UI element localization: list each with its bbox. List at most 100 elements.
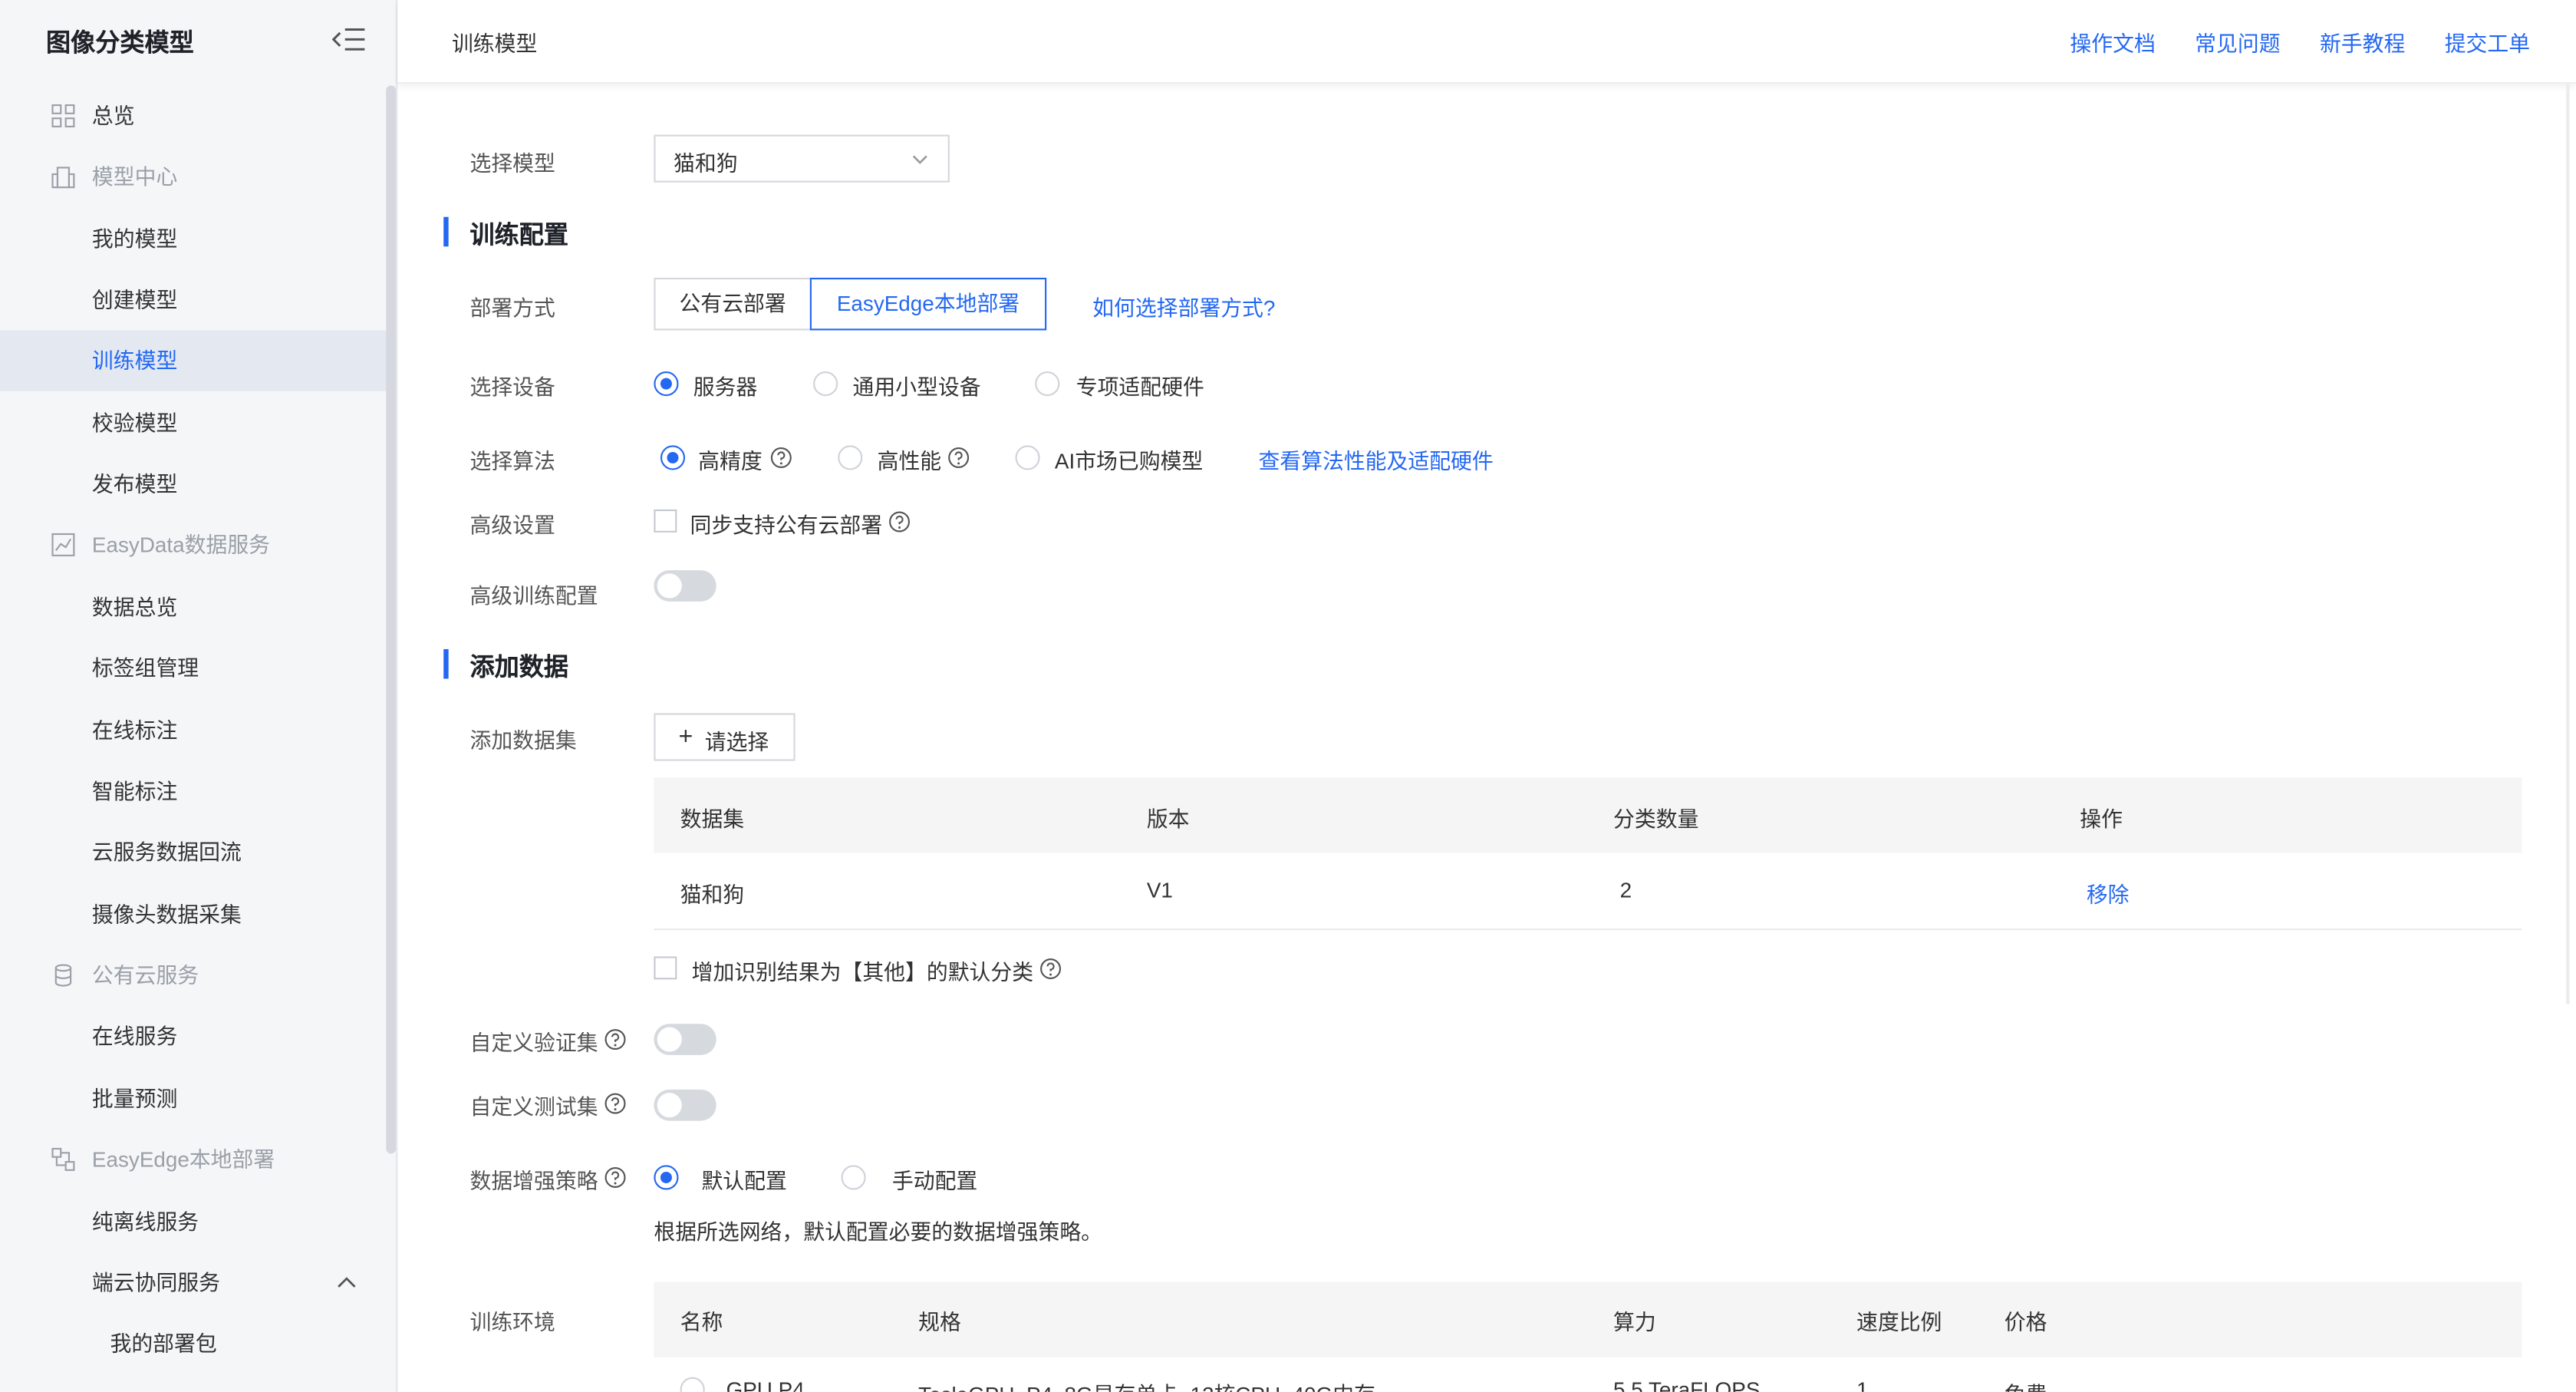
sidebar-item-my-packages[interactable]: 我的部署包 bbox=[0, 1313, 387, 1374]
deploy-easyedge-button[interactable]: EasyEdge本地部署 bbox=[809, 277, 1047, 331]
sidebar-section-label: EasyEdge本地部署 bbox=[91, 1146, 275, 1172]
help-icon[interactable] bbox=[604, 1166, 626, 1189]
augment-label: 数据增强策略 bbox=[469, 1168, 598, 1193]
device-small-radio[interactable] bbox=[813, 371, 838, 397]
algo-market-radio[interactable] bbox=[1015, 445, 1040, 470]
help-icon[interactable] bbox=[948, 447, 970, 469]
docs-link[interactable]: 操作文档 bbox=[2070, 26, 2155, 58]
help-icon[interactable] bbox=[604, 1093, 626, 1114]
algo-performance-link[interactable]: 查看算法性能及适配硬件 bbox=[1258, 444, 1493, 475]
sidebar-item-label: 云服务数据回流 bbox=[91, 839, 242, 865]
sidebar-item-online-service[interactable]: 在线服务 bbox=[0, 1006, 387, 1067]
tutorial-link[interactable]: 新手教程 bbox=[2320, 26, 2405, 58]
env-power-cell: 5.5 TeraFLOPS bbox=[1613, 1377, 1761, 1392]
dataset-name-cell: 猫和狗 bbox=[680, 882, 745, 908]
select-model-label: 选择模型 bbox=[469, 151, 555, 176]
sidebar-item-label: 总览 bbox=[91, 103, 135, 129]
sidebar-item-label-groups[interactable]: 标签组管理 bbox=[0, 638, 387, 698]
building-icon bbox=[51, 167, 75, 189]
sync-public-cloud-checkbox[interactable] bbox=[654, 509, 677, 533]
sidebar-item-label: 智能标注 bbox=[91, 779, 178, 804]
env-speed-cell: 1 bbox=[1856, 1377, 1869, 1392]
env-price-cell: 免费 bbox=[2004, 1377, 2047, 1392]
sidebar-item-label: 我的模型 bbox=[91, 226, 178, 252]
section-accent bbox=[443, 216, 449, 247]
sidebar-item-label: 纯离线服务 bbox=[91, 1209, 199, 1235]
table-row: 猫和狗 V1 2 移除 bbox=[654, 853, 2522, 931]
submit-ticket-link[interactable]: 提交工单 bbox=[2445, 26, 2530, 58]
device-label: 选择设备 bbox=[469, 374, 555, 400]
chevron-down-icon bbox=[912, 155, 927, 164]
algo-label: 选择算法 bbox=[469, 448, 555, 473]
deploy-help-link[interactable]: 如何选择部署方式? bbox=[1092, 291, 1275, 322]
sidebar-item-online-labeling[interactable]: 在线标注 bbox=[0, 700, 387, 760]
sidebar-item-label: 在线服务 bbox=[91, 1024, 178, 1049]
col-header: 价格 bbox=[2004, 1309, 2047, 1334]
algo-market-label: AI市场已购模型 bbox=[1054, 448, 1204, 473]
remove-dataset-link[interactable]: 移除 bbox=[2087, 878, 2130, 909]
deploy-public-cloud-button[interactable]: 公有云部署 bbox=[654, 277, 812, 331]
sidebar-item-offline-service[interactable]: 纯离线服务 bbox=[0, 1192, 387, 1252]
sidebar-item-cloud-data-return[interactable]: 云服务数据回流 bbox=[0, 822, 387, 882]
env-spec-cell: TeslaGPU_P4_8G显存单卡_12核CPU_40G内存 bbox=[918, 1377, 1375, 1392]
dataset-count-cell: 2 bbox=[1619, 877, 1632, 902]
col-header: 分类数量 bbox=[1613, 807, 1699, 832]
faq-link[interactable]: 常见问题 bbox=[2195, 26, 2280, 58]
sidebar-section-easyedge: EasyEdge本地部署 bbox=[0, 1129, 387, 1189]
custom-test-toggle[interactable] bbox=[654, 1089, 716, 1121]
sidebar-item-label: 创建模型 bbox=[91, 287, 178, 312]
col-header: 规格 bbox=[918, 1309, 961, 1334]
edge-device-icon bbox=[51, 1147, 75, 1171]
sidebar-item-create-model[interactable]: 创建模型 bbox=[0, 269, 387, 330]
custom-val-toggle[interactable] bbox=[654, 1024, 716, 1055]
sidebar-item-label: 发布模型 bbox=[91, 471, 178, 496]
help-icon[interactable] bbox=[604, 1029, 626, 1051]
sidebar-item-data-overview[interactable]: 数据总览 bbox=[0, 577, 387, 638]
sidebar-item-overview[interactable]: 总览 bbox=[0, 85, 387, 146]
train-config-title: 训练配置 bbox=[469, 222, 569, 250]
help-icon[interactable] bbox=[889, 511, 911, 533]
chevron-up-icon[interactable] bbox=[335, 1274, 358, 1290]
env-name-cell: GPU P4 bbox=[726, 1377, 805, 1392]
col-header: 速度比例 bbox=[1856, 1309, 1942, 1334]
env-select-radio[interactable] bbox=[680, 1377, 705, 1392]
sidebar-item-publish-model[interactable]: 发布模型 bbox=[0, 454, 387, 514]
algo-high-accuracy-radio[interactable] bbox=[660, 445, 686, 470]
augment-default-radio[interactable] bbox=[654, 1165, 679, 1190]
main-scrollbar[interactable] bbox=[2566, 84, 2570, 1004]
page-title: 训练模型 bbox=[451, 31, 538, 56]
device-server-radio[interactable] bbox=[654, 371, 679, 397]
col-header: 算力 bbox=[1613, 1309, 1656, 1334]
plus-icon: + bbox=[678, 723, 693, 751]
help-icon[interactable] bbox=[1040, 958, 1062, 980]
algo-high-perf-radio[interactable] bbox=[838, 445, 863, 470]
algo-high-perf-label: 高性能 bbox=[877, 448, 942, 473]
sidebar-section-public-cloud: 公有云服务 bbox=[0, 945, 387, 1005]
sidebar-item-smart-labeling[interactable]: 智能标注 bbox=[0, 761, 387, 822]
help-icon[interactable] bbox=[770, 447, 792, 469]
top-bar: 训练模型 操作文档 常见问题 新手教程 提交工单 bbox=[397, 0, 2576, 84]
sidebar-item-my-models[interactable]: 我的模型 bbox=[0, 209, 387, 269]
sidebar-section-model-center: 模型中心 bbox=[0, 147, 387, 207]
augment-manual-radio[interactable] bbox=[841, 1165, 866, 1190]
custom-val-label: 自定义验证集 bbox=[469, 1030, 598, 1055]
sidebar: 图像分类模型 总览 模型中心 我的模型 创建模型 训练模型 校验模型 发布模型 … bbox=[0, 0, 398, 1392]
advanced-train-toggle[interactable] bbox=[654, 570, 716, 602]
sidebar-item-label: 在线标注 bbox=[91, 717, 178, 744]
sidebar-section-label: 模型中心 bbox=[91, 164, 178, 190]
augment-manual-label: 手动配置 bbox=[891, 1168, 978, 1193]
sidebar-item-train-model[interactable]: 训练模型 bbox=[0, 330, 388, 391]
chart-icon bbox=[51, 533, 75, 556]
device-special-label: 专项适配硬件 bbox=[1076, 374, 1204, 400]
model-select[interactable]: 猫和狗 bbox=[654, 134, 950, 183]
sidebar-scrollbar[interactable] bbox=[386, 85, 397, 1154]
sidebar-item-edge-cloud-service[interactable]: 端云协同服务 bbox=[0, 1252, 387, 1313]
other-class-checkbox[interactable] bbox=[654, 956, 677, 980]
sync-public-cloud-label: 同步支持公有云部署 bbox=[690, 513, 883, 538]
device-special-radio[interactable] bbox=[1035, 371, 1060, 397]
select-dataset-button[interactable]: + 请选择 bbox=[654, 713, 796, 761]
collapse-sidebar-icon[interactable] bbox=[331, 26, 365, 52]
sidebar-item-camera-collection[interactable]: 摄像头数据采集 bbox=[0, 884, 387, 945]
sidebar-item-batch-prediction[interactable]: 批量预测 bbox=[0, 1068, 387, 1129]
sidebar-item-validate-model[interactable]: 校验模型 bbox=[0, 393, 387, 454]
